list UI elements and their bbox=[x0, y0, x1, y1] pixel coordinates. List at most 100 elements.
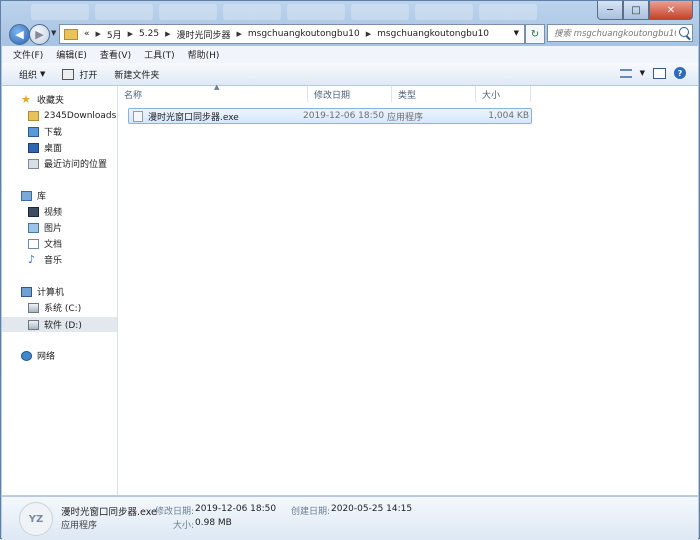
chevron-right-icon[interactable]: ▶ bbox=[236, 30, 241, 38]
arrow-right-icon: ▶ bbox=[35, 28, 44, 41]
nav-label: 视频 bbox=[44, 208, 63, 218]
maximize-button[interactable]: □ bbox=[623, 1, 649, 20]
file-size: 1,004 KB bbox=[488, 111, 529, 121]
breadcrumb: « ▶ 5月 ▶ 5.25 ▶ 漫时光同步器 ▶ msgchuangkouton… bbox=[81, 28, 492, 41]
open-icon bbox=[62, 68, 75, 80]
nav-item-pictures[interactable]: 图片 bbox=[2, 220, 117, 235]
nav-item-music[interactable]: ♪ 音乐 bbox=[2, 252, 117, 267]
details-modified-value: 2019-12-06 18:50 bbox=[195, 504, 277, 514]
chevron-right-icon[interactable]: ▶ bbox=[165, 30, 170, 38]
blurred-tab bbox=[351, 4, 409, 20]
nav-favorites[interactable]: ★ 收藏夹 bbox=[2, 92, 117, 107]
toolbar-right: ▼ ? bbox=[619, 67, 686, 79]
desktop-icon bbox=[28, 142, 39, 153]
chevron-right-icon[interactable]: ▶ bbox=[128, 30, 133, 38]
nav-item-drive-c[interactable]: 系统 (C:) bbox=[2, 300, 117, 315]
nav-item-desktop[interactable]: 桌面 bbox=[2, 140, 117, 155]
search-input[interactable] bbox=[552, 26, 678, 42]
nav-item-drive-d[interactable]: 软件 (D:) bbox=[2, 317, 117, 332]
nav-libraries[interactable]: 库 bbox=[2, 188, 117, 203]
blurred-tab bbox=[479, 4, 537, 20]
sort-ascending-icon: ▲ bbox=[214, 83, 220, 91]
chevron-right-icon[interactable]: ▶ bbox=[366, 30, 371, 38]
taskbar-tabs-blurred bbox=[31, 1, 537, 23]
open-button[interactable]: 打开 bbox=[62, 68, 97, 81]
chevron-down-icon[interactable]: ▼ bbox=[640, 69, 645, 77]
close-button[interactable]: ✕ bbox=[649, 1, 693, 20]
file-type: 应用程序 bbox=[387, 112, 424, 123]
recent-pages-dropdown[interactable]: ▼ bbox=[51, 29, 56, 37]
nav-label: 图片 bbox=[44, 224, 63, 234]
breadcrumb-item[interactable]: 5月 bbox=[107, 28, 122, 41]
blurred-tab bbox=[415, 4, 473, 20]
breadcrumb-item[interactable]: msgchuangkoutongbu10 bbox=[248, 29, 360, 39]
address-history-dropdown[interactable]: ▼ bbox=[514, 29, 519, 37]
nav-item-videos[interactable]: 视频 bbox=[2, 204, 117, 219]
file-row[interactable]: 漫时光窗口同步器.exe 2019-12-06 18:50 应用程序 1,004… bbox=[128, 108, 532, 124]
menu-view[interactable]: 查看(V) bbox=[100, 48, 131, 61]
back-button[interactable]: ◀ bbox=[9, 24, 30, 45]
folder-icon bbox=[28, 110, 39, 121]
nav-network[interactable]: 网络 bbox=[2, 348, 117, 363]
details-file-name: 漫时光窗口同步器.exe bbox=[61, 507, 157, 518]
download-folder-icon bbox=[28, 126, 39, 137]
view-options-icon[interactable] bbox=[619, 68, 632, 78]
column-header-modified[interactable]: 修改日期 bbox=[308, 86, 392, 102]
new-folder-button[interactable]: 新建文件夹 bbox=[114, 68, 159, 81]
file-modified: 2019-12-06 18:50 bbox=[303, 111, 385, 121]
search-icon[interactable] bbox=[679, 27, 689, 37]
column-header-size[interactable]: 大小 bbox=[476, 86, 531, 102]
breadcrumb-item[interactable]: 漫时光同步器 bbox=[176, 28, 230, 41]
breadcrumb-item[interactable]: msgchuangkoutongbu10 bbox=[377, 29, 489, 39]
menu-help[interactable]: 帮助(H) bbox=[188, 48, 220, 61]
nav-label: 收藏夹 bbox=[37, 96, 65, 106]
nav-label: 2345Downloads bbox=[44, 110, 117, 121]
network-icon bbox=[21, 350, 32, 361]
breadcrumb-item[interactable]: 5.25 bbox=[139, 29, 159, 39]
exe-file-icon bbox=[133, 110, 143, 122]
nav-item-2345downloads[interactable]: 2345Downloads bbox=[2, 108, 117, 123]
refresh-button[interactable]: ↻ bbox=[525, 24, 545, 44]
nav-item-documents[interactable]: 文档 bbox=[2, 236, 117, 251]
details-modified-label: 修改日期: bbox=[155, 507, 195, 517]
nav-label: 库 bbox=[37, 192, 47, 202]
chevron-right-icon[interactable]: ▶ bbox=[96, 30, 101, 38]
column-header-name[interactable]: 名称 bbox=[118, 86, 308, 102]
file-name: 漫时光窗口同步器.exe bbox=[148, 112, 239, 123]
blurred-tab bbox=[95, 4, 153, 20]
nav-label: 系统 (C:) bbox=[44, 304, 82, 314]
column-headers: 名称 修改日期 类型 大小 bbox=[118, 86, 531, 103]
nav-label: 文档 bbox=[44, 240, 63, 250]
star-icon: ★ bbox=[21, 92, 31, 106]
nav-label: 音乐 bbox=[44, 256, 63, 266]
nav-computer[interactable]: 计算机 bbox=[2, 284, 117, 299]
nav-label: 下载 bbox=[44, 128, 63, 138]
details-size-value: 0.98 MB bbox=[195, 518, 232, 528]
blurred-tab bbox=[159, 4, 217, 20]
breadcrumb-overflow[interactable]: « bbox=[84, 29, 90, 39]
organize-button[interactable]: 组织 ▼ bbox=[19, 68, 45, 81]
menu-file[interactable]: 文件(F) bbox=[13, 48, 43, 61]
menu-edit[interactable]: 编辑(E) bbox=[56, 48, 87, 61]
folder-icon bbox=[64, 28, 78, 40]
help-icon[interactable]: ? bbox=[674, 67, 686, 79]
forward-button[interactable]: ▶ bbox=[29, 24, 50, 45]
address-row: ◀ ▶ ▼ « ▶ 5月 ▶ 5.25 ▶ 漫时光同步器 ▶ msgchuang… bbox=[7, 24, 693, 45]
details-pane: YZ 漫时光窗口同步器.exe 应用程序 修改日期: 2019-12-06 18… bbox=[2, 496, 698, 540]
arrow-left-icon: ◀ bbox=[15, 28, 24, 41]
nav-label: 计算机 bbox=[37, 288, 65, 298]
menu-tools[interactable]: 工具(T) bbox=[144, 48, 175, 61]
nav-item-downloads[interactable]: 下载 bbox=[2, 124, 117, 139]
nav-item-recent-places[interactable]: 最近访问的位置 bbox=[2, 156, 117, 171]
address-bar[interactable]: « ▶ 5月 ▶ 5.25 ▶ 漫时光同步器 ▶ msgchuangkouton… bbox=[59, 24, 525, 44]
search-box bbox=[547, 24, 693, 42]
column-header-type[interactable]: 类型 bbox=[392, 86, 476, 102]
organize-label: 组织 bbox=[19, 70, 38, 81]
minimize-button[interactable]: ─ bbox=[597, 1, 623, 20]
recent-places-icon bbox=[28, 158, 39, 169]
preview-pane-icon[interactable] bbox=[653, 67, 666, 79]
drive-icon bbox=[28, 319, 39, 330]
blurred-tab bbox=[287, 4, 345, 20]
video-library-icon bbox=[28, 206, 39, 217]
pictures-library-icon bbox=[28, 222, 39, 233]
